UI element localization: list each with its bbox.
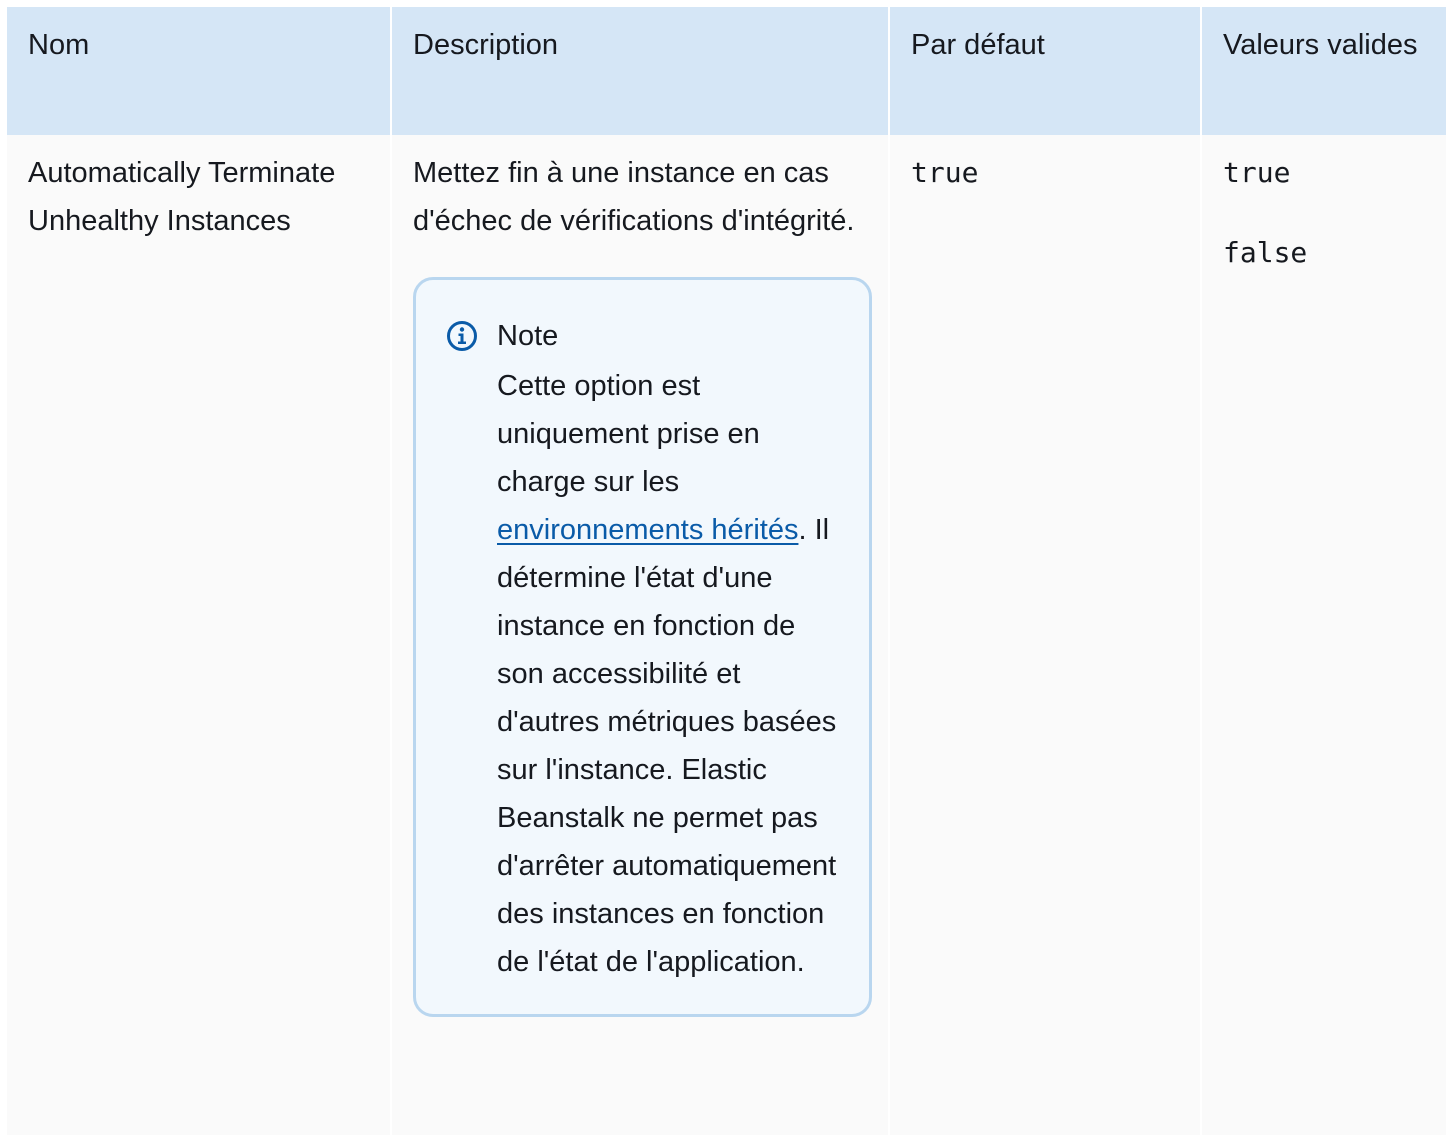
note-title: Note <box>497 320 559 352</box>
default-value: true <box>911 156 979 189</box>
note-text-after-link: . Il détermine l'état d'une instance en … <box>497 514 837 978</box>
note-callout: Note Cette option est uniquement prise e… <box>413 277 872 1017</box>
column-header-default: Par défaut <box>888 7 1201 135</box>
valid-value-true: true <box>1223 156 1291 189</box>
table-body: Automatically Terminate Unhealthy Instan… <box>7 135 1446 1135</box>
column-header-valid-values: Valeurs valides <box>1200 7 1446 135</box>
option-name-cell: Automatically Terminate Unhealthy Instan… <box>7 135 391 1135</box>
option-default-cell: true <box>888 135 1201 1135</box>
options-table: Nom Description Par défaut Valeurs valid… <box>7 7 1446 1135</box>
option-valid-values-cell: true false <box>1200 135 1446 1135</box>
legacy-environments-link[interactable]: environnements hérités <box>497 514 798 546</box>
note-text-before-link: Cette option est uniquement prise en cha… <box>497 370 760 498</box>
column-header-name: Nom <box>7 7 391 135</box>
info-circle-icon <box>447 321 477 351</box>
valid-value-false: false <box>1223 236 1308 269</box>
option-description: Mettez fin à une instance en cas d'échec… <box>413 157 855 237</box>
table-header: Nom Description Par défaut Valeurs valid… <box>7 7 1446 135</box>
header-row: Nom Description Par défaut Valeurs valid… <box>7 7 1446 135</box>
note-header: Note <box>446 316 849 356</box>
option-description-cell: Mettez fin à une instance en cas d'échec… <box>390 135 889 1135</box>
option-name: Automatically Terminate Unhealthy Instan… <box>28 157 336 237</box>
column-header-description: Description <box>390 7 889 135</box>
note-body: Cette option est uniquement prise en cha… <box>497 362 849 986</box>
table-row: Automatically Terminate Unhealthy Instan… <box>7 135 1446 1135</box>
